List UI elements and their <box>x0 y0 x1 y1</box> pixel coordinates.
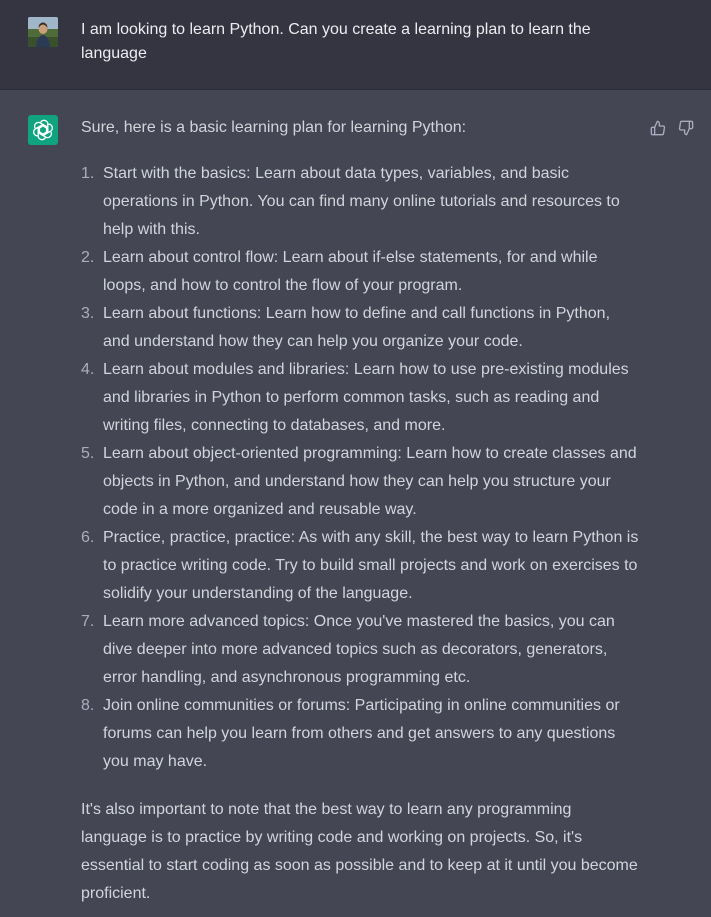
list-item-number: 3. <box>81 305 95 322</box>
response-intro: Sure, here is a basic learning plan for … <box>81 119 467 136</box>
list-item-text: Learn about control flow: Learn about if… <box>103 249 598 294</box>
learning-plan-list: 1. Start with the basics: Learn about dat… <box>81 160 641 776</box>
assistant-response: Sure, here is a basic learning plan for … <box>81 116 641 908</box>
list-item-number: 1. <box>81 165 95 182</box>
openai-logo-icon <box>28 115 58 145</box>
user-avatar <box>28 17 58 47</box>
list-item: 8. Join online communities or forums: Par… <box>81 692 641 776</box>
user-message-text: I am looking to learn Python. Can you cr… <box>81 21 591 62</box>
list-item-text: Practice, practice, practice: As with an… <box>103 529 639 602</box>
list-item-number: 6. <box>81 529 95 546</box>
list-item-number: 4. <box>81 361 95 378</box>
list-item-number: 5. <box>81 445 95 462</box>
list-item-text: Learn about functions: Learn how to defi… <box>103 305 611 350</box>
list-item: 5. Learn about object-oriented programmin… <box>81 440 641 524</box>
response-closing: It's also important to note that the bes… <box>81 801 638 902</box>
list-item-text: Join online communities or forums: Parti… <box>103 697 620 770</box>
assistant-message-row: Sure, here is a basic learning plan for … <box>0 90 711 917</box>
list-item-text: Learn more advanced topics: Once you've … <box>103 613 615 686</box>
thumbs-down-icon[interactable] <box>677 119 695 137</box>
list-item-text: Start with the basics: Learn about data … <box>103 165 620 238</box>
list-item: 1. Start with the basics: Learn about dat… <box>81 160 641 244</box>
list-item-number: 2. <box>81 249 95 266</box>
list-item-number: 8. <box>81 697 95 714</box>
list-item: 4. Learn about modules and libraries: Lea… <box>81 356 641 440</box>
list-item-number: 7. <box>81 613 95 630</box>
list-item-text: Learn about object-oriented programming:… <box>103 445 637 518</box>
list-item: 3. Learn about functions: Learn how to de… <box>81 300 641 356</box>
list-item: 6. Practice, practice, practice: As with … <box>81 524 641 608</box>
list-item-text: Learn about modules and libraries: Learn… <box>103 361 629 434</box>
thumbs-up-icon[interactable] <box>649 119 667 137</box>
user-message-row: I am looking to learn Python. Can you cr… <box>0 0 711 90</box>
list-item: 2. Learn about control flow: Learn about … <box>81 244 641 300</box>
list-item: 7. Learn more advanced topics: Once you'v… <box>81 608 641 692</box>
